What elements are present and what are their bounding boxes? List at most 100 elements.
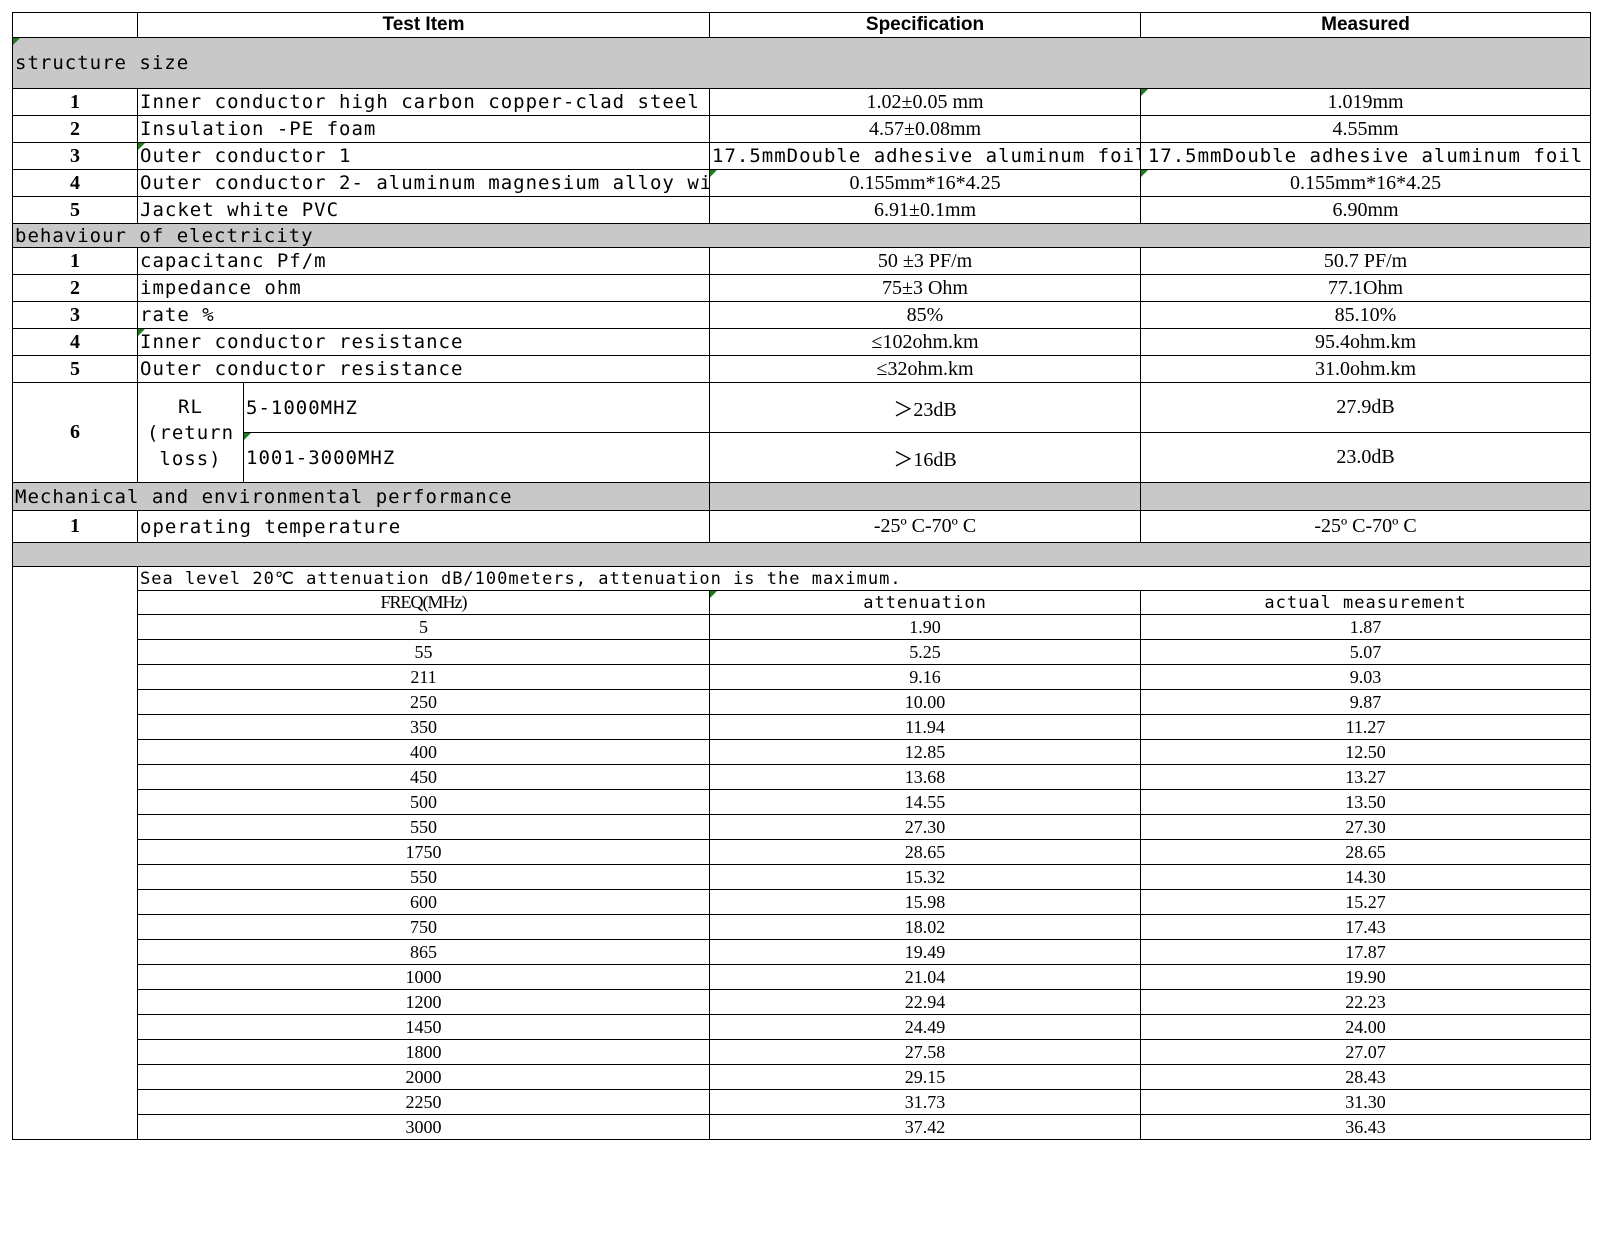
attenuation-row: 1800 27.58 27.07 bbox=[13, 1039, 1592, 1065]
attenuation-cell: 5.25 bbox=[709, 639, 1142, 665]
empty-cell bbox=[12, 566, 138, 1140]
row-number: 2 bbox=[12, 274, 138, 302]
attenuation-cell: 29.15 bbox=[709, 1064, 1142, 1090]
attenuation-row: 550 27.30 27.30 bbox=[13, 814, 1592, 840]
test-item-cell: Jacket white PVC bbox=[136, 196, 711, 224]
table-row: 1001-3000MHZ ＞16dB 23.0dB bbox=[13, 432, 1592, 483]
measured-cell: 23.0dB bbox=[1140, 432, 1592, 483]
attenuation-row: 600 15.98 15.27 bbox=[13, 889, 1592, 915]
section-structure-row: structure size bbox=[11, 37, 1592, 89]
actual-measurement-cell: 9.03 bbox=[1140, 664, 1592, 690]
measured-cell: 1.019mm bbox=[1140, 88, 1592, 116]
table-row: 3 Outer conductor 1 17.5mmDouble adhesive … bbox=[12, 142, 1592, 170]
freq-cell: 1200 bbox=[136, 989, 711, 1015]
freq-cell: 1750 bbox=[136, 839, 711, 865]
actual-measurement-cell: 15.27 bbox=[1140, 889, 1592, 915]
attenuation-row: 1750 28.65 28.65 bbox=[13, 839, 1592, 865]
freq-cell: 1000 bbox=[136, 964, 711, 990]
test-item-cell: rate % bbox=[136, 301, 711, 329]
table-row: 2 Insulation -PE foam 4.57±0.08mm 4.55mm bbox=[12, 115, 1592, 143]
empty-cell bbox=[1140, 482, 1592, 511]
table-row: 3 rate % 85% 85.10% bbox=[12, 301, 1592, 329]
freq-cell: 550 bbox=[136, 864, 711, 890]
attenuation-cell: 22.94 bbox=[709, 989, 1142, 1015]
header-index bbox=[12, 12, 138, 38]
attenuation-cell: 1.90 bbox=[709, 614, 1142, 640]
test-item-cell: Inner conductor high carbon copper-clad … bbox=[136, 88, 711, 116]
attenuation-cell: 21.04 bbox=[709, 964, 1142, 990]
table-row: 4 Inner conductor resistance ≤102ohm.km 95.… bbox=[12, 328, 1592, 356]
actual-measurement-cell: 28.65 bbox=[1140, 839, 1592, 865]
actual-measurement-cell: 11.27 bbox=[1140, 714, 1592, 740]
measured-cell: 95.4ohm.km bbox=[1140, 328, 1592, 356]
header-row: Test Item Specification Measured bbox=[12, 12, 1592, 38]
actual-measurement-cell: 27.07 bbox=[1140, 1039, 1592, 1065]
attenuation-row: 750 18.02 17.43 bbox=[13, 914, 1592, 940]
empty-cell bbox=[11, 542, 1592, 567]
specification-cell: 0.155mm*16*4.25 bbox=[709, 169, 1142, 197]
attenuation-cell: 27.58 bbox=[709, 1039, 1142, 1065]
freq-cell: 500 bbox=[136, 789, 711, 815]
actual-measurement-cell: 17.87 bbox=[1140, 939, 1592, 965]
return-loss-label-line: loss) bbox=[159, 447, 222, 470]
attenuation-header-row: FREQ(MHz) attenuation actual measurement bbox=[13, 590, 1592, 615]
row-number: 4 bbox=[12, 169, 138, 197]
freq-cell: 600 bbox=[136, 889, 711, 915]
attenuation-row: 400 12.85 12.50 bbox=[13, 739, 1592, 765]
measured-cell: -25º C-70º C bbox=[1140, 510, 1592, 543]
actual-measurement-cell: 13.27 bbox=[1140, 764, 1592, 790]
specification-cell: 17.5mmDouble adhesive aluminum foil bbox=[709, 142, 1142, 170]
attenuation-row: 450 13.68 13.27 bbox=[13, 764, 1592, 790]
attenuation-cell: 9.16 bbox=[709, 664, 1142, 690]
attenuation-row: 2000 29.15 28.43 bbox=[13, 1064, 1592, 1090]
specification-cell: ＞16dB bbox=[709, 432, 1142, 483]
specification-cell: 75±3 Ohm bbox=[709, 274, 1142, 302]
attenuation-cell: 37.42 bbox=[709, 1114, 1142, 1140]
frequency-band-cell: 1001-3000MHZ bbox=[242, 432, 711, 483]
row-number: 1 bbox=[12, 510, 138, 543]
actual-measurement-header: actual measurement bbox=[1140, 590, 1592, 615]
actual-measurement-cell: 31.30 bbox=[1140, 1089, 1592, 1115]
specification-cell: 6.91±0.1mm bbox=[709, 196, 1142, 224]
freq-cell: 5 bbox=[136, 614, 711, 640]
freq-cell: 250 bbox=[136, 689, 711, 715]
measured-cell: 0.155mm*16*4.25 bbox=[1140, 169, 1592, 197]
attenuation-row: 1450 24.49 24.00 bbox=[13, 1014, 1592, 1040]
freq-cell: 2250 bbox=[136, 1089, 711, 1115]
measured-cell: 85.10% bbox=[1140, 301, 1592, 329]
freq-cell: 211 bbox=[136, 664, 711, 690]
specification-cell: -25º C-70º C bbox=[709, 510, 1142, 543]
attenuation-cell: 15.32 bbox=[709, 864, 1142, 890]
actual-measurement-cell: 19.90 bbox=[1140, 964, 1592, 990]
row-number: 5 bbox=[12, 196, 138, 224]
measured-cell: 77.1Ohm bbox=[1140, 274, 1592, 302]
measured-cell: 17.5mmDouble adhesive aluminum foil bbox=[1140, 142, 1592, 170]
section-title: Mechanical and environmental performance bbox=[11, 482, 711, 511]
table-row: 5 Jacket white PVC 6.91±0.1mm 6.90mm bbox=[12, 196, 1592, 224]
row-number: 1 bbox=[12, 88, 138, 116]
row-number: 2 bbox=[12, 115, 138, 143]
actual-measurement-cell: 36.43 bbox=[1140, 1114, 1592, 1140]
attenuation-cell: 13.68 bbox=[709, 764, 1142, 790]
actual-measurement-cell: 9.87 bbox=[1140, 689, 1592, 715]
freq-cell: 550 bbox=[136, 814, 711, 840]
spec-table: Test Item Specification Measured structu… bbox=[11, 12, 1592, 1140]
section-title: structure size bbox=[11, 37, 1592, 89]
freq-cell: 350 bbox=[136, 714, 711, 740]
table-row: 6 RL (return loss) 5-1000MHZ ＞23dB 27.9dB bbox=[12, 382, 1592, 483]
attenuation-cell: 12.85 bbox=[709, 739, 1142, 765]
freq-cell: 2000 bbox=[136, 1064, 711, 1090]
actual-measurement-cell: 12.50 bbox=[1140, 739, 1592, 765]
attenuation-cell: 28.65 bbox=[709, 839, 1142, 865]
attenuation-cell: 24.49 bbox=[709, 1014, 1142, 1040]
table-row: 1 capacitanc Pf/m 50 ±3 PF/m 50.7 PF/m bbox=[12, 247, 1592, 275]
return-loss-label: RL (return loss) bbox=[137, 382, 244, 483]
actual-measurement-cell: 27.30 bbox=[1140, 814, 1592, 840]
row-number: 4 bbox=[12, 328, 138, 356]
attenuation-row: 350 11.94 11.27 bbox=[13, 714, 1592, 740]
return-loss-label-line: RL bbox=[178, 395, 203, 418]
frequency-band-cell: 5-1000MHZ bbox=[242, 382, 711, 433]
attenuation-row: 55 5.25 5.07 bbox=[13, 639, 1592, 665]
test-item-cell: Outer conductor resistance bbox=[136, 355, 711, 383]
attenuation-row: 550 15.32 14.30 bbox=[13, 864, 1592, 890]
